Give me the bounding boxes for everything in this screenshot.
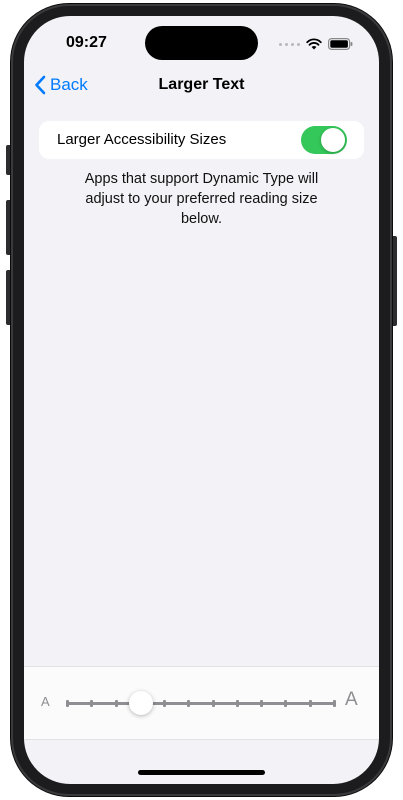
slider-tick: [308, 700, 312, 707]
slider-tick: [333, 700, 336, 707]
status-icons: [279, 38, 353, 50]
larger-accessibility-sizes-row: Larger Accessibility Sizes: [39, 121, 364, 159]
slider-track[interactable]: [66, 702, 336, 705]
description-text: Apps that support Dynamic Type will adju…: [84, 171, 319, 227]
battery-icon: [328, 38, 353, 50]
page-title: Larger Text: [158, 76, 245, 93]
slider-thumb[interactable]: [128, 691, 153, 715]
dynamic-island: [145, 26, 258, 60]
slider-tick: [235, 700, 239, 707]
slider-tick: [114, 700, 118, 707]
screen: 09:27 Back Larger Text Larger Accessibil…: [24, 16, 379, 784]
slider-tick: [66, 700, 69, 707]
slider-tick: [90, 700, 94, 707]
small-text-icon: A: [41, 694, 50, 709]
slider-tick: [260, 700, 264, 707]
home-indicator: [138, 770, 265, 775]
slider-tick: [211, 700, 215, 707]
slider-tick: [187, 700, 191, 707]
toggle-knob: [321, 128, 345, 152]
large-text-icon: A: [345, 689, 358, 710]
larger-accessibility-sizes-label: Larger Accessibility Sizes: [57, 131, 227, 148]
status-time: 09:27: [66, 34, 107, 51]
slider-tick: [163, 700, 167, 707]
status-bar: 09:27: [24, 16, 379, 68]
navigation-bar: Back Larger Text: [24, 70, 379, 104]
slider-tick: [284, 700, 288, 707]
larger-accessibility-sizes-toggle[interactable]: [301, 126, 347, 154]
text-size-slider-panel: A A: [24, 666, 379, 740]
cellular-signal-icon: [279, 42, 300, 46]
wifi-icon: [306, 38, 322, 50]
